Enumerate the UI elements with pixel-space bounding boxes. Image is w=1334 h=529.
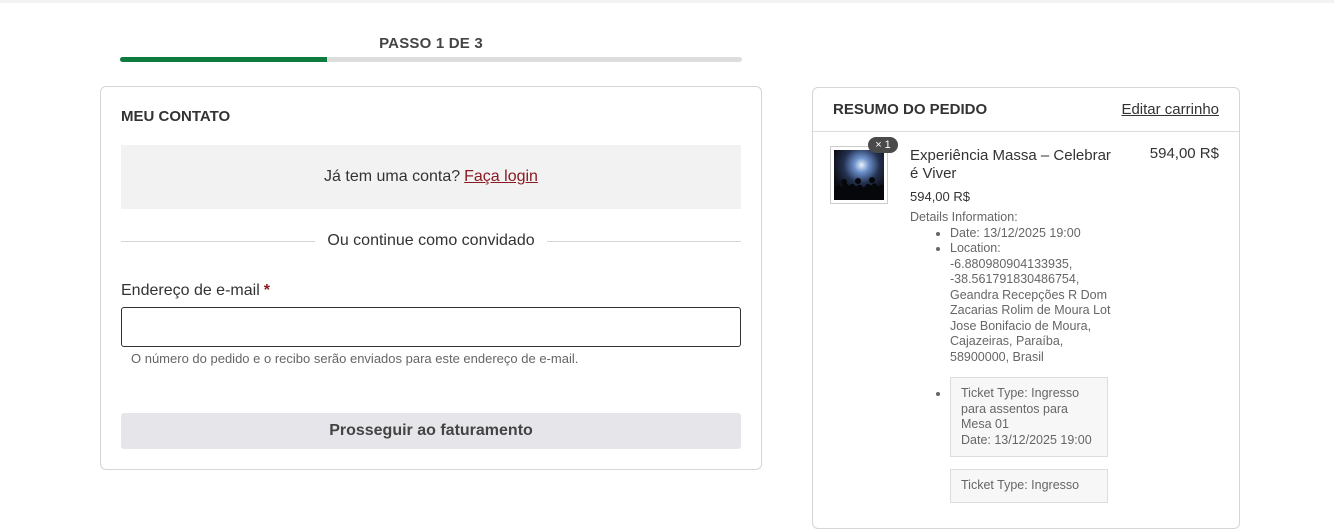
item-details: Details Information: Date: 13/12/2025 19… [910, 210, 1120, 513]
required-marker: * [263, 282, 270, 299]
item-unit-price: 594,00 R$ [910, 189, 970, 204]
details-heading: Details Information: [910, 210, 1018, 224]
item-total-price: 594,00 R$ [1149, 145, 1219, 162]
step-indicator: PASSO 1 DE 3 [379, 35, 483, 52]
top-shadow [0, 0, 1334, 3]
guest-divider-text: Ou continue como convidado [327, 232, 535, 249]
login-prompt: Já tem uma conta? [324, 168, 461, 185]
ticket-date: Date: 13/12/2025 19:00 [961, 432, 1092, 447]
divider-line-right [546, 240, 741, 242]
summary-title: RESUMO DO PEDIDO [833, 101, 988, 118]
ticket-box: Ticket Type: Ingresso para assentos para… [950, 377, 1108, 457]
contact-card: MEU CONTATO Já tem uma conta? Faça login… [100, 86, 762, 470]
item-name: Experiência Massa – Celebrar é Viver [910, 147, 1111, 182]
product-thumbnail [830, 146, 888, 204]
progress-bar [120, 57, 742, 62]
email-help-text: O número do pedido e o recibo serão envi… [131, 351, 579, 366]
divider-line-left [121, 240, 316, 242]
email-label: Endereço de e-mail * [121, 282, 270, 300]
ticket-box: Ticket Type: Ingresso [950, 469, 1108, 503]
login-link[interactable]: Faça login [464, 168, 538, 186]
concert-image [834, 150, 884, 200]
detail-date: Date: 13/12/2025 19:00 [950, 226, 1120, 242]
login-box: Já tem uma conta? Faça login [121, 145, 741, 209]
quantity-badge: × 1 [868, 137, 898, 153]
contact-title: MEU CONTATO [121, 108, 231, 125]
summary-header: RESUMO DO PEDIDO Editar carrinho [813, 88, 1239, 132]
detail-location: Location: -6.880980904133935, -38.561791… [950, 241, 1120, 365]
email-input[interactable] [121, 307, 741, 347]
details-list: Date: 13/12/2025 19:00 Location: -6.8809… [910, 226, 1120, 503]
detail-tickets: Ticket Type: Ingresso para assentos para… [950, 377, 1120, 457]
guest-divider: Ou continue como convidado [121, 231, 741, 251]
email-label-text: Endereço de e-mail [121, 282, 260, 299]
detail-tickets-2: Ticket Type: Ingresso [950, 469, 1120, 503]
edit-cart-link[interactable]: Editar carrinho [1121, 101, 1219, 118]
ticket-type: Ticket Type: Ingresso [961, 478, 1080, 492]
order-summary: RESUMO DO PEDIDO Editar carrinho × 1 Exp… [812, 87, 1240, 529]
progress-fill [120, 57, 328, 62]
proceed-to-billing-button[interactable]: Prosseguir ao faturamento [121, 413, 741, 449]
ticket-type: Ticket Type: Ingresso para assentos para… [961, 386, 1080, 431]
